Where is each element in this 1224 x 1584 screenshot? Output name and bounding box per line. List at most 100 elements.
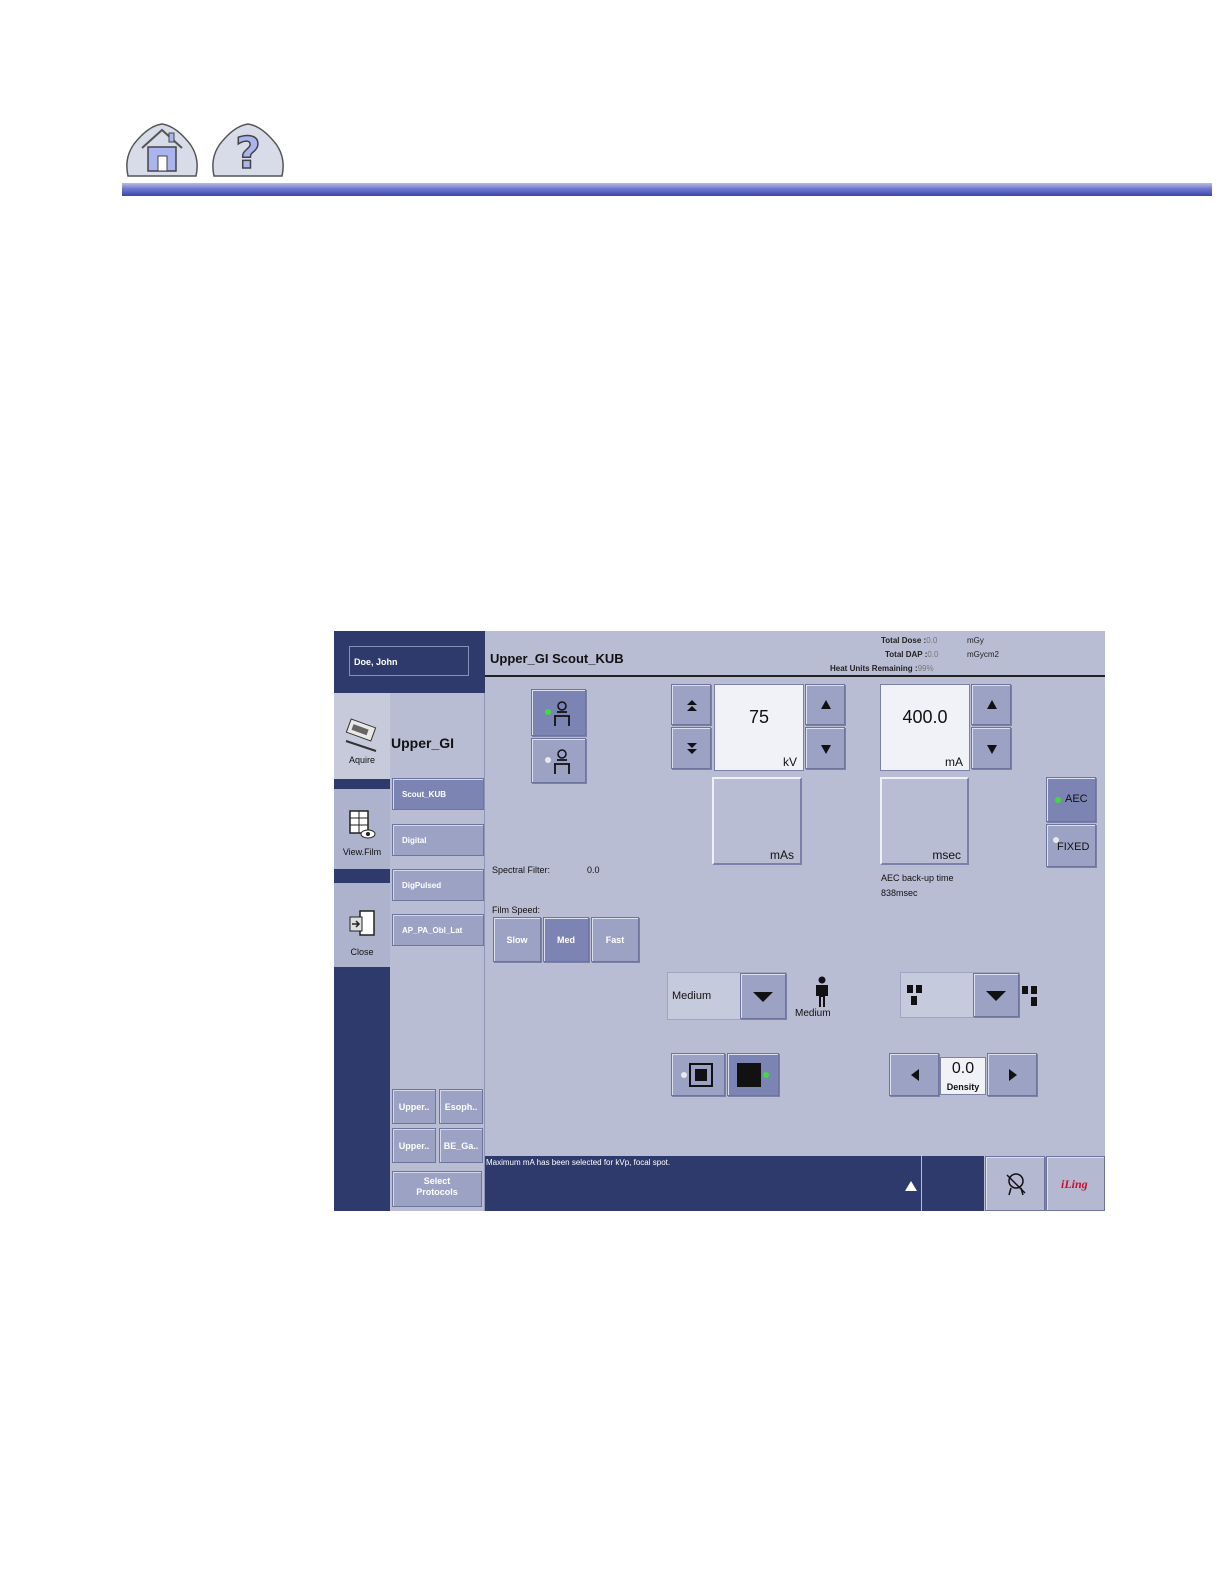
up-arrow-icon [821, 700, 831, 709]
protocol-button[interactable]: AP_PA_Obl_Lat [392, 914, 484, 946]
kv-up-button[interactable] [805, 684, 845, 725]
xray-tube-button[interactable] [985, 1156, 1045, 1211]
mas-readout: mAs [712, 777, 802, 865]
patient-table-icon [554, 701, 570, 726]
quick-protocol-button[interactable]: Esoph.. [439, 1089, 483, 1124]
film-speed-med-label: Med [557, 935, 575, 945]
film-speed-slow-button[interactable]: Slow [493, 917, 541, 962]
spectral-filter-label: Spectral Filter: [492, 865, 551, 875]
patient-name-field[interactable]: Doe, John [349, 646, 469, 676]
select-protocols-label-2: Protocols [416, 1187, 458, 1197]
patient-size-select[interactable]: Medium [667, 972, 787, 1020]
ion-chamber-select[interactable] [900, 972, 1020, 1018]
unselected-indicator [681, 1072, 687, 1078]
kv-down-button[interactable] [805, 727, 845, 769]
expand-up-icon[interactable] [904, 1180, 918, 1192]
patient-size-dropdown-button[interactable] [740, 973, 786, 1019]
kv-value: 75 [748, 707, 770, 727]
ma-up-button[interactable] [971, 684, 1011, 725]
chamber-pattern-icon [1022, 986, 1037, 1006]
right-arrow-icon [1009, 1069, 1017, 1081]
select-protocols-button[interactable]: Select Protocols [392, 1171, 482, 1207]
down-arrow-icon [987, 745, 997, 754]
brand-logo: iLing [1061, 1177, 1088, 1191]
total-dose-unit: mGy [967, 636, 984, 645]
tab-acquire-label: Aquire [348, 755, 375, 765]
selected-indicator [1055, 797, 1061, 803]
density-increase-button[interactable] [987, 1053, 1037, 1096]
chevron-down-icon [986, 991, 1006, 1001]
quick-protocol-button[interactable]: Upper.. [392, 1089, 436, 1124]
left-arrow-icon [911, 1069, 919, 1081]
protocol-title: Upper_GI Scout_KUB [490, 651, 624, 666]
total-dap-readout: Total DAP :0.0 [885, 650, 939, 659]
heat-units-label: Heat Units Remaining : [830, 664, 918, 673]
kv-display: 75 kV [714, 684, 804, 771]
down-arrow-icon [821, 745, 831, 754]
fixed-button[interactable]: FIXED [1046, 824, 1096, 867]
density-value: 0.0 [951, 1060, 975, 1077]
status-spacer [922, 1156, 984, 1211]
tab-view-film[interactable]: View.Film [334, 789, 390, 869]
protocol-group-title: Upper_GI [391, 735, 455, 751]
fixed-label: FIXED [1057, 841, 1090, 853]
aec-label: AEC [1065, 793, 1088, 805]
tab-acquire[interactable]: Aquire [334, 693, 390, 779]
aec-backup-value: 838msec [881, 888, 918, 898]
msec-readout: msec [880, 777, 969, 865]
brand-button[interactable]: iLing [1046, 1156, 1105, 1211]
large-focal-spot-button[interactable] [727, 1053, 779, 1096]
double-down-arrow-icon [687, 743, 697, 754]
home-icon [126, 123, 198, 177]
density-decrease-button[interactable] [889, 1053, 939, 1096]
kv-fast-down-button[interactable] [671, 727, 711, 769]
film-speed-med-button[interactable]: Med [543, 917, 589, 962]
help-button[interactable]: ? [210, 118, 286, 180]
kv-fast-up-button[interactable] [671, 684, 711, 725]
protocol-button[interactable]: Scout_KUB [392, 778, 484, 810]
view-film-icon [349, 810, 376, 839]
quick-protocol-button[interactable]: Upper.. [392, 1128, 436, 1163]
film-speed-fast-button[interactable]: Fast [591, 917, 639, 962]
status-message: Maximum mA has been selected for kVp, fo… [486, 1158, 671, 1167]
patient-size-value: Medium [672, 990, 712, 1002]
protocol-button[interactable]: DigPulsed [392, 869, 484, 901]
density-label: Density [946, 1082, 980, 1092]
kv-unit: kV [782, 755, 797, 769]
total-dose-value: 0.0 [926, 636, 938, 645]
total-dose-readout: Total Dose :0.0 [881, 636, 937, 645]
patient-size-caption: Medium [795, 1008, 831, 1019]
home-button[interactable] [124, 118, 200, 180]
mas-unit: mAs [770, 848, 794, 862]
status-message-bar: Maximum mA has been selected for kVp, fo… [485, 1156, 921, 1211]
spectral-filter-value: 0.0 [587, 865, 600, 875]
total-dap-value: 0.0 [927, 650, 939, 659]
aec-button[interactable]: AEC [1046, 777, 1096, 822]
msec-unit: msec [932, 848, 961, 862]
patient-bar: Doe, John [334, 631, 485, 693]
svg-text:?: ? [235, 128, 261, 179]
ion-chamber-dropdown-button[interactable] [973, 973, 1019, 1017]
ma-down-button[interactable] [971, 727, 1011, 769]
xray-console-screen: Doe, John Aquire View.Film Close Upper_G… [334, 631, 1105, 1211]
film-speed-label: Film Speed: [492, 905, 541, 915]
ma-display: 400.0 mA [880, 684, 970, 771]
header-rule [122, 183, 1212, 196]
person-icon [816, 976, 828, 1007]
table-position-bottom-button[interactable] [531, 738, 586, 783]
heat-units-readout: Heat Units Remaining :99% [830, 664, 934, 673]
patient-table-icon [554, 749, 570, 774]
question-mark-icon: ? [212, 123, 284, 180]
quick-protocol-button[interactable]: BE_Ga.. [439, 1128, 483, 1163]
aec-backup-label: AEC back-up time [881, 873, 954, 883]
small-focal-spot-icon [689, 1063, 713, 1087]
tab-close[interactable]: Close [334, 883, 390, 967]
film-speed-fast-label: Fast [605, 935, 625, 945]
total-dap-unit: mGycm2 [967, 650, 999, 659]
double-up-arrow-icon [687, 700, 697, 711]
protocol-button[interactable]: Digital [392, 824, 484, 856]
tab-close-label: Close [350, 947, 374, 957]
small-focal-spot-button[interactable] [671, 1053, 725, 1096]
film-speed-slow-label: Slow [506, 935, 528, 945]
table-position-top-button[interactable] [531, 689, 586, 736]
